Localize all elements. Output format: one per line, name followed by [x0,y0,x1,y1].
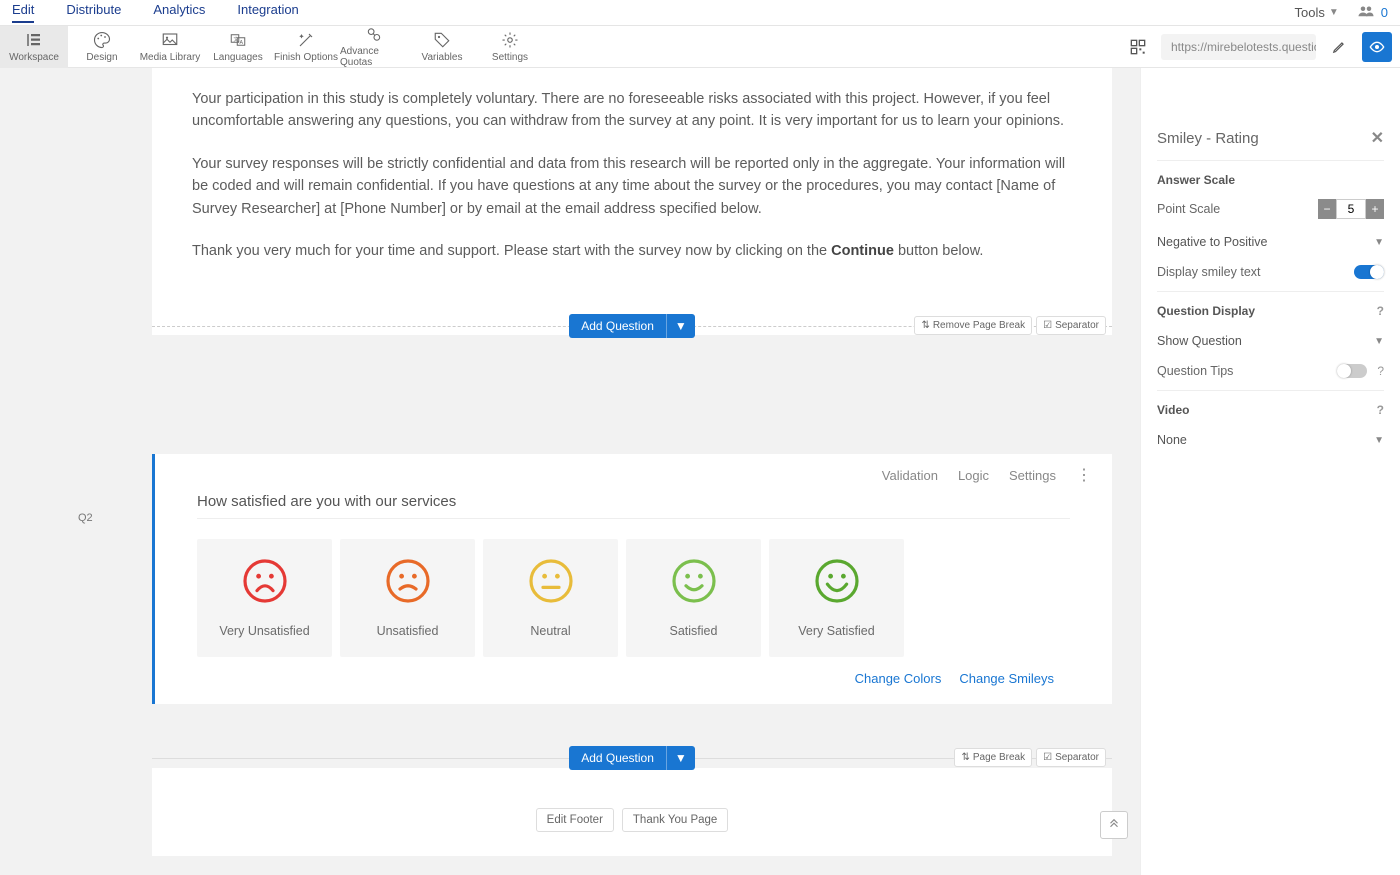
neutral-icon [527,557,575,605]
separator-button[interactable]: ☑Separator [1036,316,1106,335]
close-icon[interactable]: ✕ [1371,128,1384,148]
page-break-button[interactable]: ⇅Page Break [954,748,1032,767]
help-icon[interactable]: ? [1377,403,1384,417]
edit-url-button[interactable] [1324,32,1354,62]
settings-panel: Smiley - Rating ✕ Answer Scale Point Sca… [1140,68,1400,875]
workspace-icon [25,31,43,49]
smiley-option-3[interactable]: Neutral [483,539,618,657]
question-tips-label: Question Tips [1157,364,1233,378]
chevron-down-icon: ▼ [1374,435,1384,446]
smiley-option-5[interactable]: Very Satisfied [769,539,904,657]
tool-finish[interactable]: Finish Options [272,26,340,68]
smiley-option-2[interactable]: Unsatisfied [340,539,475,657]
frown-icon [241,557,289,605]
thank-you-button[interactable]: Thank You Page [622,808,728,832]
help-icon[interactable]: ? [1377,304,1384,318]
question-title[interactable]: How satisfied are you with our services [155,483,1112,518]
smiley-row: Very Unsatisfied Unsatisfied Neutral Sat… [155,519,1112,667]
nav-analytics[interactable]: Analytics [153,2,205,23]
separator-button-2[interactable]: ☑Separator [1036,748,1106,767]
gear-icon [501,31,519,49]
chevron-down-icon: ▼ [1329,7,1339,18]
point-scale-input[interactable] [1336,199,1366,219]
sad-icon [384,557,432,605]
collab-count: 0 [1381,5,1388,20]
tool-variables[interactable]: Variables [408,26,476,68]
question-display-heading: Question Display [1157,304,1255,318]
video-heading: Video [1157,403,1189,417]
show-question-select[interactable]: Show Question ▼ [1157,330,1384,352]
question-card[interactable]: Validation Logic Settings ⋮ How satisfie… [152,454,1112,704]
validation-link[interactable]: Validation [882,468,938,483]
edit-footer-button[interactable]: Edit Footer [536,808,614,832]
tag-icon [433,31,451,49]
change-smileys-link[interactable]: Change Smileys [959,671,1054,686]
scroll-top-button[interactable] [1100,811,1128,839]
top-nav: Edit Distribute Analytics Integration To… [0,0,1400,26]
display-text-toggle[interactable] [1354,265,1384,279]
add-question-row-2: Add Question ▼ ⇅Page Break ☑Separator [152,749,1112,767]
happy-icon [813,557,861,605]
add-question-row-1: Add Question ▼ ⇅Remove Page Break ☑Separ… [152,317,1112,335]
question-tips-toggle[interactable] [1337,364,1367,378]
direction-select[interactable]: Negative to Positive ▼ [1157,231,1384,253]
intro-p3: Thank you very much for your time and su… [192,240,1072,262]
point-scale-label: Point Scale [1157,202,1220,216]
stepper-minus[interactable]: − [1318,199,1336,219]
qr-icon[interactable] [1123,32,1153,62]
palette-icon [93,31,111,49]
logic-link[interactable]: Logic [958,468,989,483]
more-icon[interactable]: ⋮ [1076,471,1092,481]
tools-label: Tools [1295,5,1325,20]
language-icon: 文A [229,31,247,49]
tool-workspace[interactable]: Workspace [0,26,68,68]
intro-p1: Your participation in this study is comp… [192,88,1072,133]
chevron-down-icon: ▼ [1374,336,1384,347]
footer-block: Edit Footer Thank You Page [152,768,1112,856]
smiley-option-1[interactable]: Very Unsatisfied [197,539,332,657]
add-question-button[interactable]: Add Question [569,314,666,338]
nav-distribute[interactable]: Distribute [66,2,121,23]
answer-scale-heading: Answer Scale [1157,173,1384,187]
collaborators[interactable]: 0 [1357,4,1388,21]
wand-icon [297,31,315,49]
change-colors-link[interactable]: Change Colors [855,671,942,686]
smile-icon [670,557,718,605]
add-question-button-2[interactable]: Add Question [569,746,666,770]
question-number: Q2 [78,512,93,524]
tool-design[interactable]: Design [68,26,136,68]
tool-settings[interactable]: Settings [476,26,544,68]
image-icon [161,31,179,49]
panel-title: Smiley - Rating [1157,130,1259,147]
video-select[interactable]: None ▼ [1157,429,1384,451]
point-scale-stepper[interactable]: − + [1318,199,1384,219]
people-icon [1357,4,1375,21]
quota-icon [365,26,383,43]
svg-text:A: A [240,40,244,46]
tools-menu[interactable]: Tools ▼ [1295,5,1339,20]
add-question-dropdown[interactable]: ▼ [666,314,695,338]
intro-block: Your participation in this study is comp… [152,68,1112,335]
help-icon[interactable]: ? [1377,364,1384,378]
survey-url[interactable]: https://mirebelotests.questionpro.co [1161,34,1316,60]
smiley-option-4[interactable]: Satisfied [626,539,761,657]
preview-button[interactable] [1362,32,1392,62]
chevron-up-icon [1107,818,1121,832]
canvas: Q2 Your participation in this study is c… [0,68,1140,875]
intro-p2: Your survey responses will be strictly c… [192,153,1072,220]
tool-languages[interactable]: 文A Languages [204,26,272,68]
settings-link[interactable]: Settings [1009,468,1056,483]
remove-page-break-button[interactable]: ⇅Remove Page Break [914,316,1032,335]
tool-quotas[interactable]: Advance Quotas [340,26,408,68]
nav-integration[interactable]: Integration [237,2,298,23]
nav-edit[interactable]: Edit [12,2,34,23]
tool-media[interactable]: Media Library [136,26,204,68]
toolbar: Workspace Design Media Library 文A Langua… [0,26,1400,68]
stepper-plus[interactable]: + [1366,199,1384,219]
display-text-label: Display smiley text [1157,265,1261,279]
chevron-down-icon: ▼ [1374,237,1384,248]
add-question-dropdown-2[interactable]: ▼ [666,746,695,770]
